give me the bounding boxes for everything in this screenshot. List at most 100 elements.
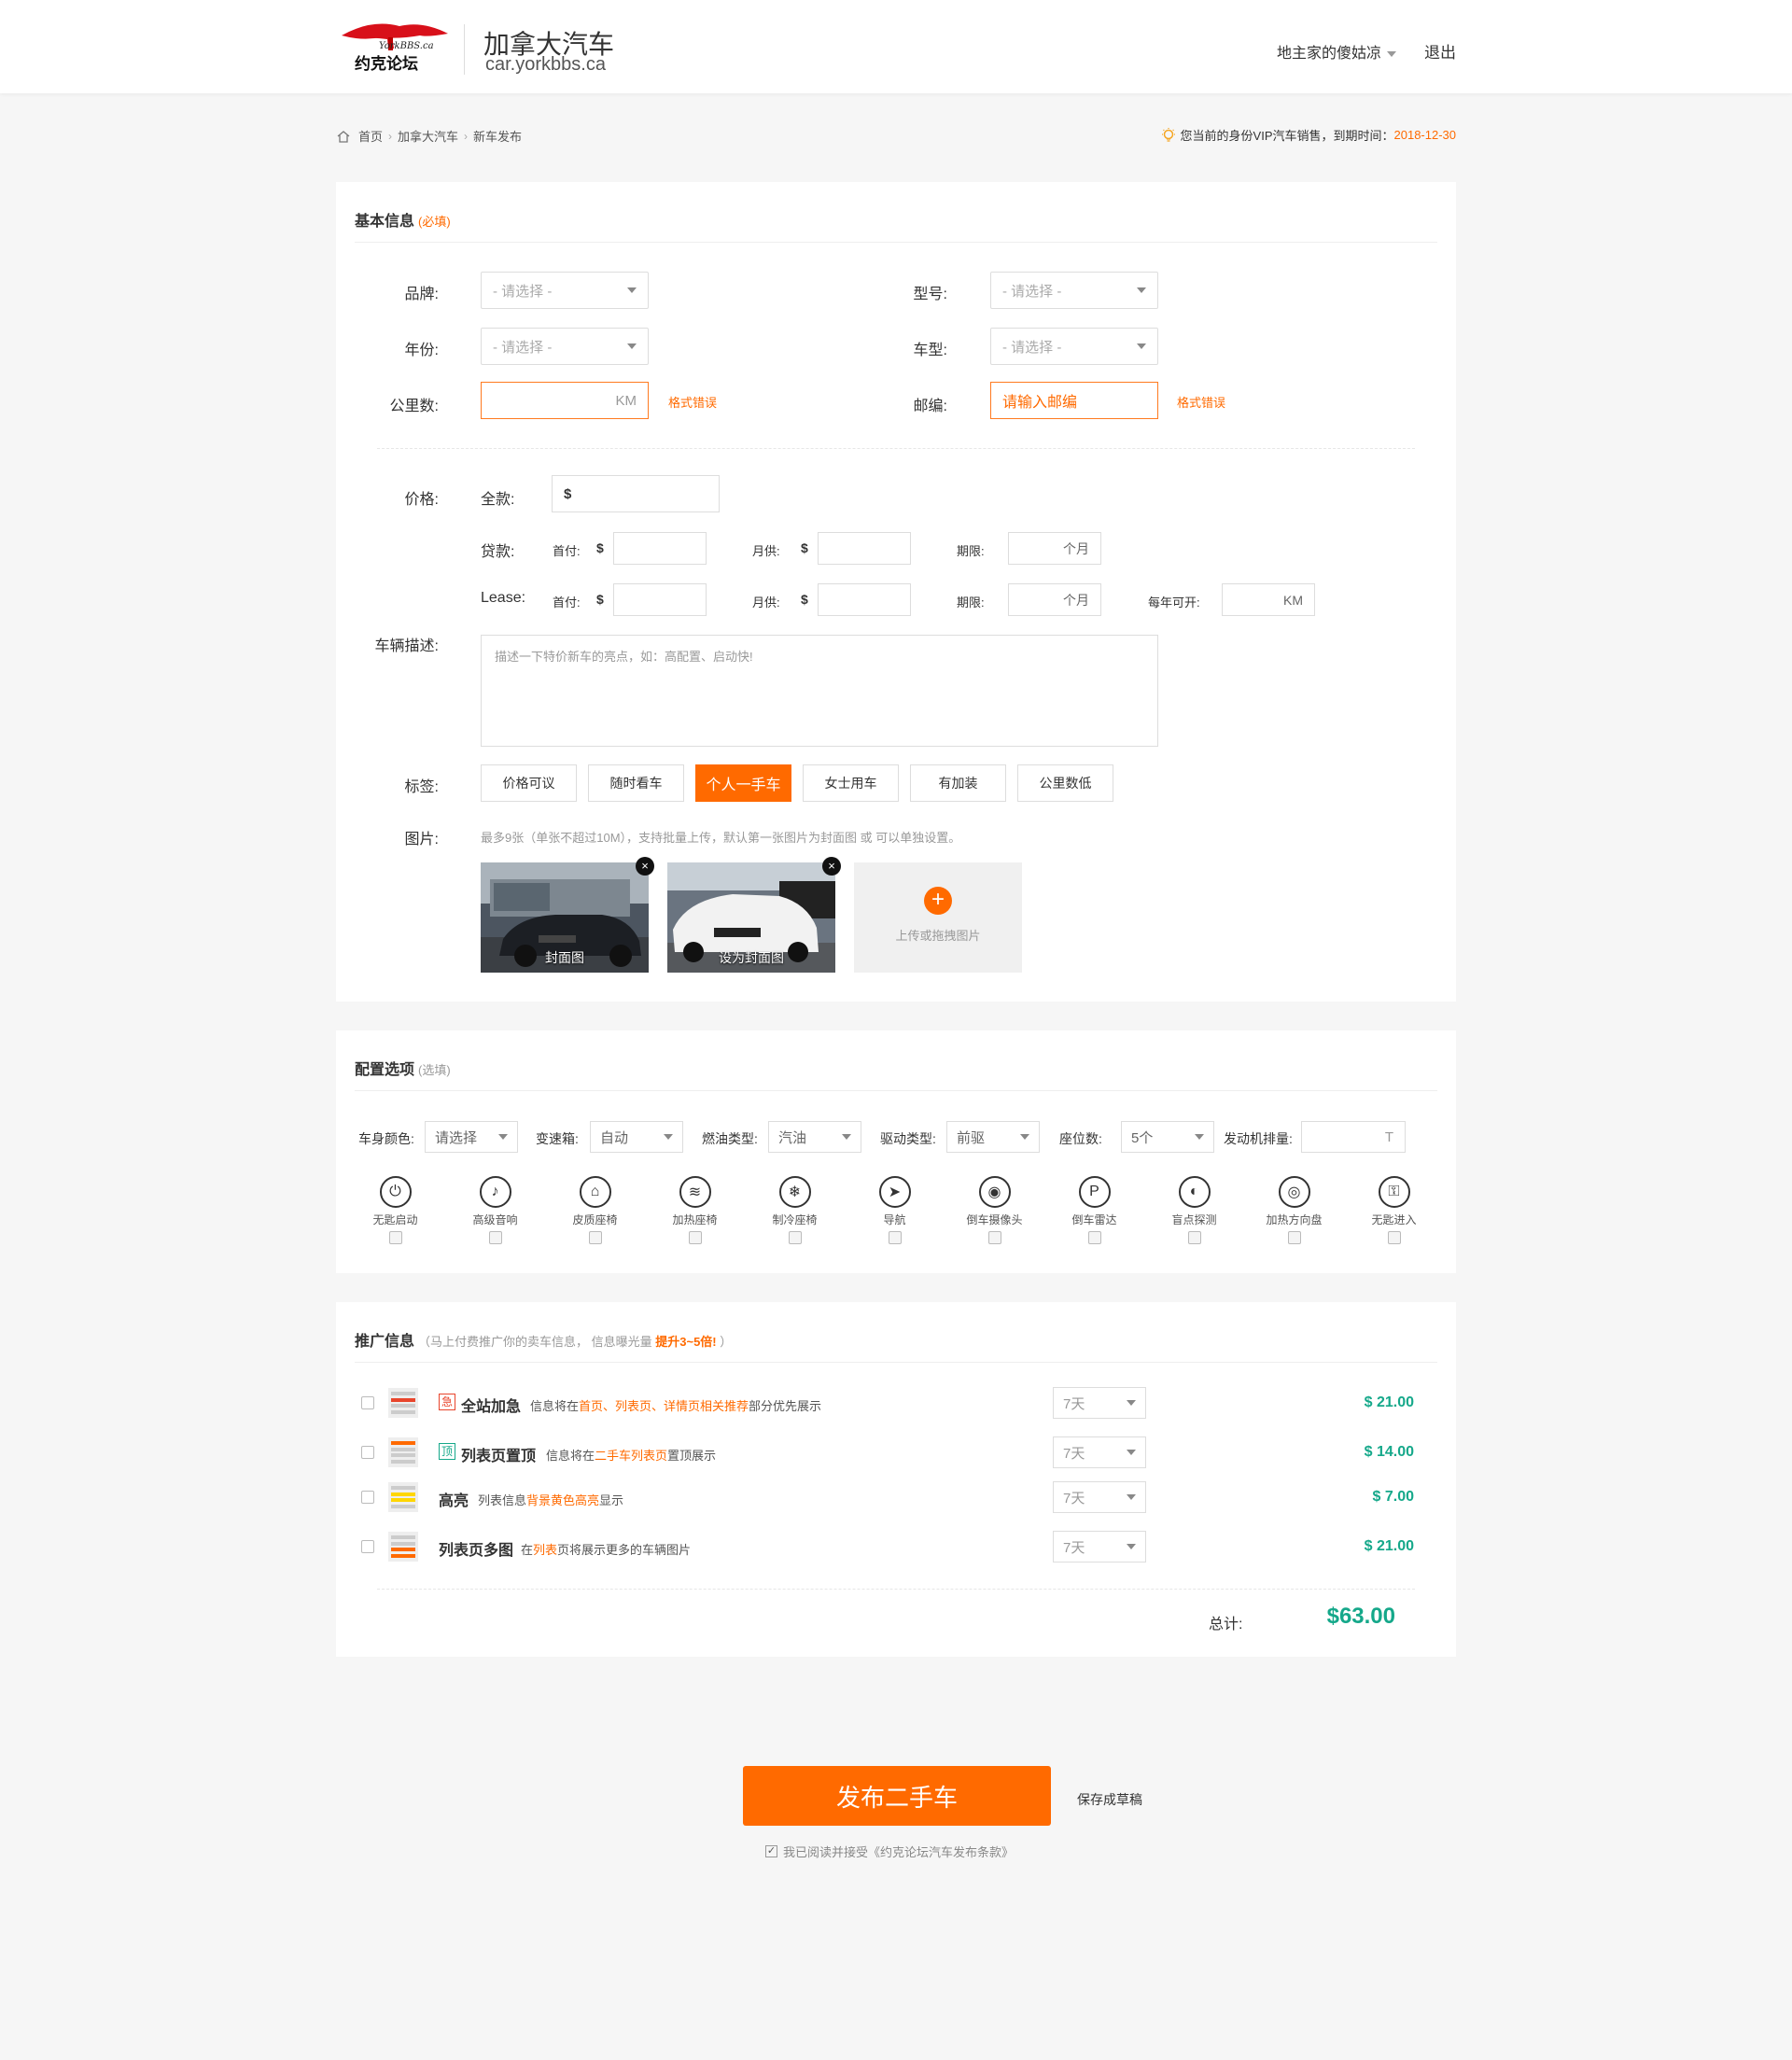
photos-hint: 最多9张（单张不超过10M），支持批量上传，默认第一张图片为封面图 或 可以单独… [481,831,961,845]
fuel-label: 燃油类型: [702,1131,758,1146]
mileage-input[interactable]: KM [481,382,649,419]
mileage-error: 格式错误 [668,396,718,410]
lightbulb-icon [1161,127,1175,142]
tag-viewing-anytime[interactable]: 随时看车 [588,764,684,802]
remove-photo-2-icon[interactable]: × [822,857,841,876]
full-price-input[interactable]: $ [552,475,720,512]
keyless-entry-icon: ⚿ [1378,1176,1410,1208]
breadcrumb-home[interactable]: 首页 [358,127,383,145]
site-logo[interactable]: YorkBBS.ca 约克论坛 [334,17,455,77]
feature-5: ➤ 导航 [845,1176,945,1244]
tag-price-negotiable[interactable]: 价格可议 [481,764,577,802]
dollar-sign: $ [596,540,604,555]
promo-checkbox[interactable] [361,1540,374,1553]
save-draft-link[interactable]: 保存成草稿 [1077,1790,1142,1809]
checkbox-checked-icon[interactable]: ✓ [765,1845,777,1857]
photo-thumbnail-2[interactable]: 设为封面图 [667,862,835,973]
feature-checkbox[interactable] [987,1231,1001,1244]
yearly-km-input[interactable]: KM [1222,583,1315,616]
set-cover-caption[interactable]: 设为封面图 [667,948,835,967]
promo-checkbox[interactable] [361,1491,374,1504]
feature-checkbox[interactable] [1287,1231,1301,1244]
feature-9: ◎ 加热方向盘 [1244,1176,1344,1244]
feature-checkbox[interactable] [488,1231,502,1244]
feature-label: 倒车摄像头 [966,1213,1023,1226]
lease-label: Lease: [481,590,526,606]
feature-0: ⏻ 无匙启动 [345,1176,445,1244]
loan-down-input[interactable] [613,532,707,565]
user-menu[interactable]: 地主家的傻姑凉 [1277,40,1397,63]
feature-label: 加热方向盘 [1266,1213,1323,1226]
publish-button[interactable]: 发布二手车 [743,1766,1051,1826]
feature-label: 无匙进入 [1371,1213,1417,1226]
brand-select[interactable]: - 请选择 - [481,272,649,309]
chevron-down-icon [1137,287,1146,293]
chevron-down-icon [1020,1134,1029,1140]
promo-duration-select[interactable]: 7天 [1053,1436,1146,1468]
lease-term-input[interactable]: 个月 [1008,583,1101,616]
speaker-icon: ♪ [479,1176,511,1208]
drive-select[interactable]: 前驱 [946,1121,1040,1153]
promo-row: 顶列表页置顶 信息将在二手车列表页置顶展示 7天 $ 14.00 [336,1434,1456,1471]
start-button-icon: ⏻ [379,1176,412,1208]
postcode-error: 格式错误 [1177,396,1226,410]
full-pay-label: 全款: [481,492,515,508]
promo-checkbox[interactable] [361,1446,374,1459]
upload-text: 上传或拖拽图片 [895,929,981,943]
photo-thumbnail-1[interactable]: 封面图 [481,862,649,973]
logout-link[interactable]: 退出 [1424,39,1456,63]
feature-checkbox[interactable] [1187,1231,1201,1244]
divider [355,242,1437,243]
loan-term-input[interactable]: 个月 [1008,532,1101,565]
breadcrumb-cars[interactable]: 加拿大汽车 [398,127,458,145]
feature-checkbox[interactable] [788,1231,802,1244]
body-type-select[interactable]: - 请选择 - [990,328,1158,365]
navigation-icon: ➤ [878,1176,911,1208]
upload-dropzone[interactable]: + 上传或拖拽图片 [854,862,1022,973]
color-select[interactable]: 请选择 [425,1121,518,1153]
loan-down-label: 首付: [553,544,581,558]
parking-radar-icon: P [1078,1176,1111,1208]
terms-text[interactable]: 我已阅读并接受《约克论坛汽车发布条款》 [783,1843,1014,1860]
promo-duration-select[interactable]: 7天 [1053,1531,1146,1563]
year-select[interactable]: - 请选择 - [481,328,649,365]
feature-checkbox[interactable] [688,1231,702,1244]
tag-modified[interactable]: 有加装 [910,764,1006,802]
feature-checkbox[interactable] [388,1231,402,1244]
seats-select[interactable]: 5个 [1121,1121,1214,1153]
promo-duration-select[interactable]: 7天 [1053,1481,1146,1513]
feature-checkbox[interactable] [888,1231,902,1244]
description-textarea[interactable]: 描述一下特价新车的亮点，如：高配置、启动快! [481,635,1158,747]
tag-lady-owned[interactable]: 女士用车 [803,764,899,802]
logo-text: 约克论坛 [355,54,418,74]
seats-label: 座位数: [1059,1131,1102,1146]
model-select[interactable]: - 请选择 - [990,272,1158,309]
tag-low-mileage[interactable]: 公里数低 [1017,764,1113,802]
loan-monthly-input[interactable] [818,532,911,565]
feature-4: ❄ 制冷座椅 [745,1176,845,1244]
feature-list: ⏻ 无匙启动 ♪ 高级音响 ⌂ 皮质座椅 ≋ 加热座椅 ❄ 制冷座椅 ➤ 导航 ◉ 倒车摄像头 P 倒车雷达 ◐… [345,1176,1447,1244]
chevron-down-icon [1127,1544,1136,1549]
color-label: 车身颜色: [358,1131,414,1146]
gearbox-select[interactable]: 自动 [590,1121,683,1153]
promo-checkbox[interactable] [361,1396,374,1409]
postcode-input[interactable]: 请输入邮编 [990,382,1158,419]
lease-down-input[interactable] [613,583,707,616]
dollar-sign: $ [801,592,808,607]
cover-caption: 封面图 [545,950,584,965]
feature-label: 皮质座椅 [572,1213,618,1226]
promo-row: 急全站加急 信息将在首页、列表页、详情页相关推荐部分优先展示 7天 $ 21.00 [336,1384,1456,1422]
fuel-select[interactable]: 汽油 [768,1121,861,1153]
lease-monthly-input[interactable] [818,583,911,616]
feature-3: ≋ 加热座椅 [645,1176,745,1244]
tag-single-owner[interactable]: 个人一手车 [695,764,791,802]
promo-card: 推广信息 （马上付费推广你的卖车信息， 信息曝光量 提升3~5倍! ） 急全站加急… [336,1302,1456,1657]
feature-checkbox[interactable] [588,1231,602,1244]
site-url: car.yorkbbs.ca [485,54,606,75]
engine-input[interactable]: T [1301,1121,1406,1153]
promo-duration-select[interactable]: 7天 [1053,1387,1146,1419]
remove-photo-1-icon[interactable]: × [636,857,654,876]
feature-checkbox[interactable] [1387,1231,1401,1244]
home-icon[interactable] [336,130,351,143]
feature-checkbox[interactable] [1087,1231,1101,1244]
